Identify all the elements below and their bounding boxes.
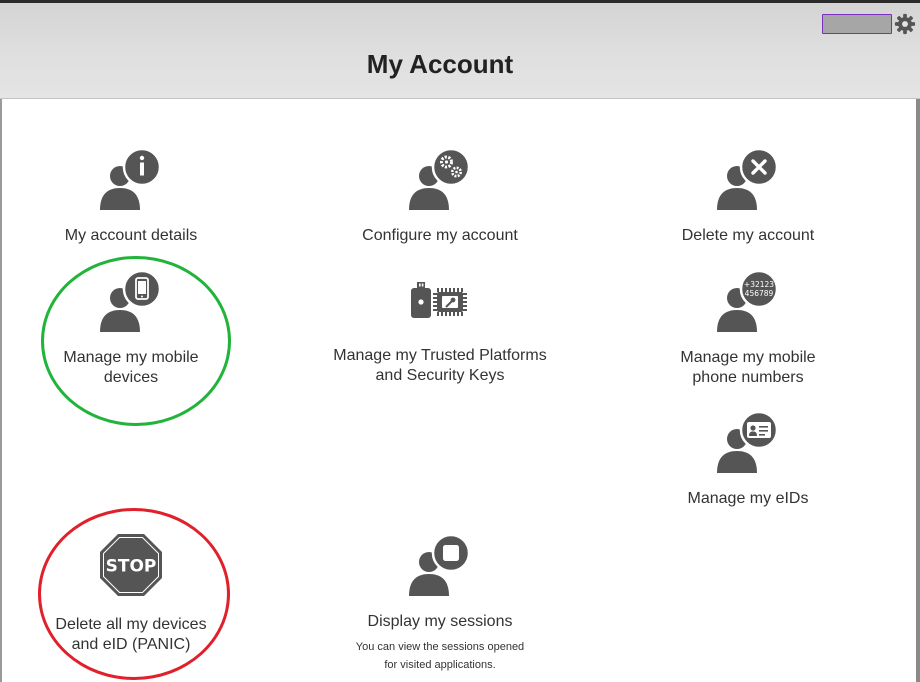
- page-title: My Account: [366, 49, 514, 79]
- description-line-1: You can view the sessions opened: [355, 641, 525, 653]
- frame-border-left: [0, 99, 2, 682]
- tile-manage-eids[interactable]: Manage my eIDs: [638, 411, 858, 509]
- user-delete-icon: [717, 148, 779, 210]
- tile-manage-trusted-platforms[interactable]: Manage my Trusted Platforms and Security…: [330, 282, 550, 386]
- tile-delete-my-account[interactable]: Delete my account: [638, 148, 858, 246]
- tile-label: Manage my eIDs: [687, 490, 809, 507]
- tile-label: Delete my account: [681, 227, 815, 244]
- tile-manage-phone-numbers[interactable]: +32123 456789 Manage my mobile phone num…: [638, 270, 858, 388]
- user-phone-number-icon: +32123 456789: [717, 270, 779, 332]
- tile-my-account-details[interactable]: My account details: [21, 148, 241, 246]
- tile-label: Configure my account: [362, 227, 518, 244]
- phone-badge-line1: +32123: [744, 280, 774, 289]
- tile-configure-my-account[interactable]: Configure my account: [330, 148, 550, 246]
- security-key-chip-icon: [411, 282, 467, 318]
- highlight-circle-green: [41, 256, 231, 426]
- tile-label: My account details: [64, 227, 198, 244]
- phone-badge-line2: 456789: [745, 289, 774, 298]
- user-info-icon: [100, 148, 162, 210]
- frame-border-right: [916, 99, 920, 682]
- user-sessions-icon: [409, 534, 471, 596]
- settings-gear-icon[interactable]: [894, 13, 916, 35]
- user-menu[interactable]: [822, 14, 892, 34]
- user-gears-icon: [409, 148, 471, 210]
- tile-description: You can view the sessions opened for vis…: [330, 638, 550, 674]
- user-id-card-icon: [717, 411, 779, 473]
- description-line-2: for visited applications.: [384, 659, 496, 671]
- tile-display-sessions[interactable]: Display my sessions You can view the ses…: [330, 534, 550, 674]
- tile-label: Manage my mobile phone numbers: [680, 349, 816, 386]
- page-header: My Account: [0, 3, 920, 99]
- tile-label: Manage my Trusted Platforms and Security…: [333, 347, 547, 384]
- tile-label: Display my sessions: [367, 613, 513, 630]
- highlight-circle-red: [38, 508, 230, 680]
